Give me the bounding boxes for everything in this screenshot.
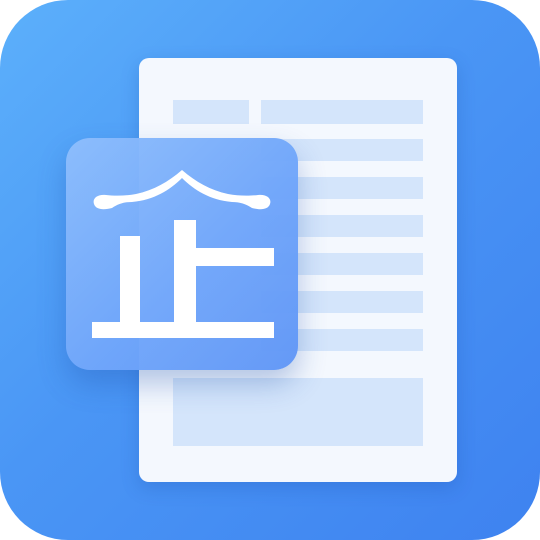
app-icon[interactable] <box>0 0 540 540</box>
document-column-block <box>173 100 249 124</box>
enterprise-badge <box>66 138 298 370</box>
enterprise-glyph-icon <box>92 170 274 338</box>
document-footer-block <box>173 378 423 446</box>
document-text-line <box>261 100 423 124</box>
